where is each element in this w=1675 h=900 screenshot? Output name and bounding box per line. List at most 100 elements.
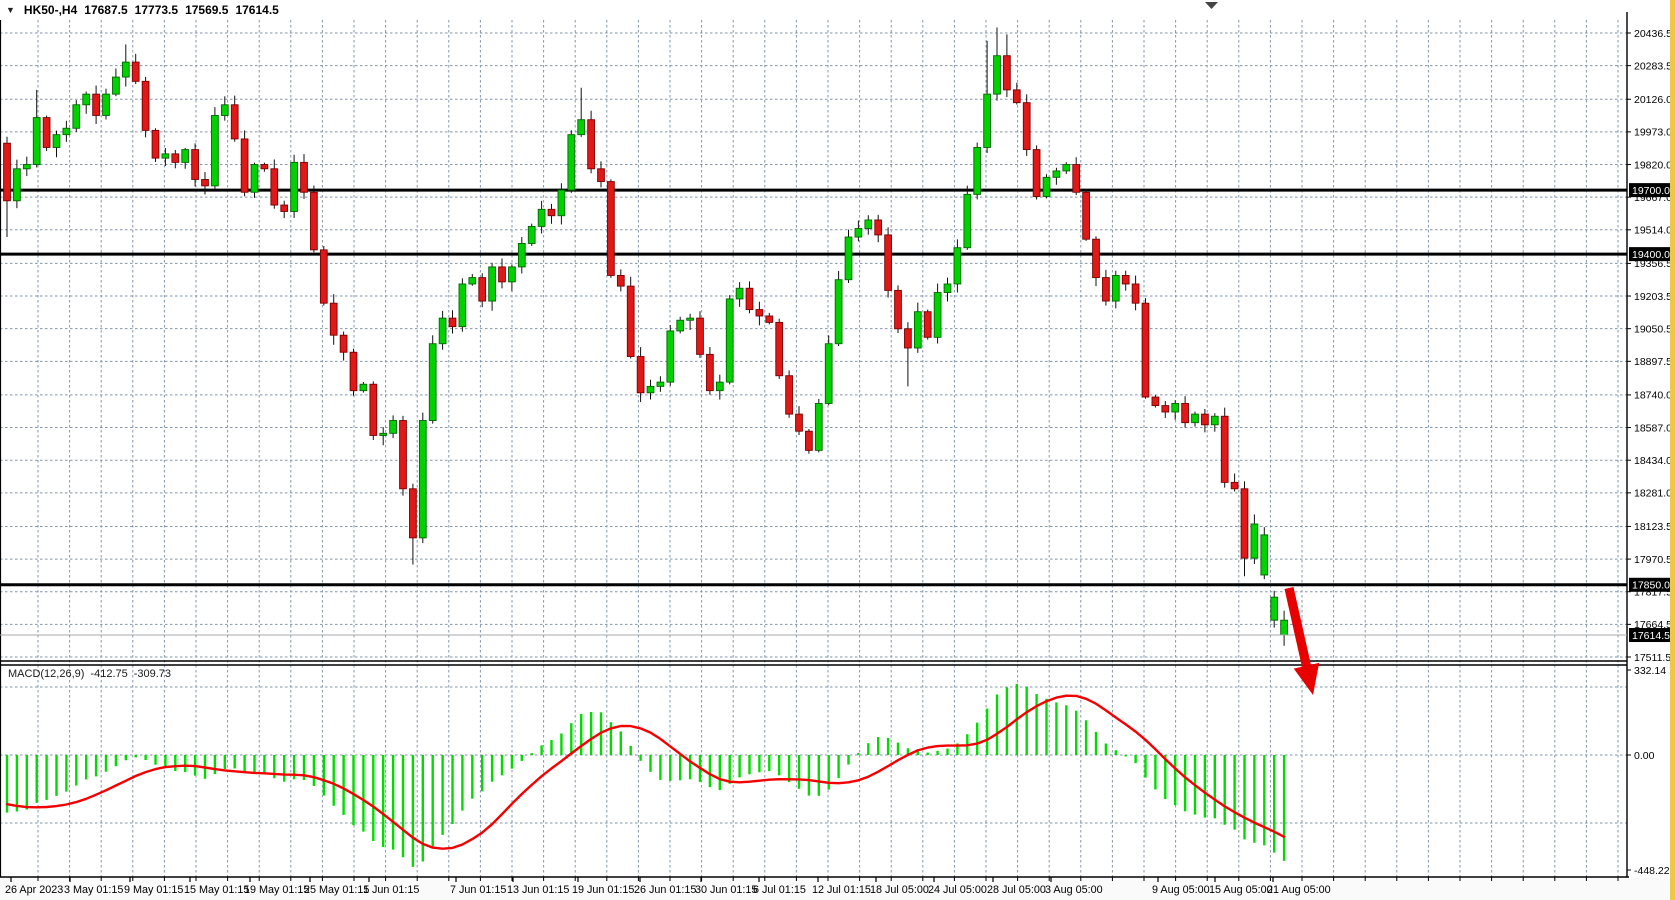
price-tick-label: 18740.0 [1634, 390, 1672, 402]
date-label: 30 Jun 01:15 [695, 884, 757, 896]
candle [419, 421, 426, 538]
price-tick-label: 19820.0 [1634, 159, 1672, 171]
candle [994, 56, 1001, 94]
macd-name: MACD(12,26,9) [8, 668, 84, 680]
candle [400, 421, 407, 489]
candle [944, 284, 951, 293]
candle [1043, 177, 1050, 196]
panel-separator[interactable] [0, 661, 1627, 665]
candle [261, 165, 268, 169]
symbol-timeframe-label: HK50-,H4 [24, 3, 77, 17]
candle [875, 220, 882, 235]
ohlc-close: 17614.5 [235, 3, 278, 17]
candle [855, 229, 862, 238]
ohlc-low: 17569.5 [185, 3, 228, 17]
date-label: 21 Aug 05:00 [1267, 884, 1331, 896]
candle [1172, 403, 1179, 412]
candle [766, 316, 773, 322]
candle [23, 165, 30, 169]
candle [677, 320, 684, 331]
candle [825, 344, 832, 404]
candle [608, 182, 615, 276]
candle [499, 267, 506, 282]
candle [360, 384, 367, 390]
candle [914, 312, 921, 348]
candle [212, 115, 219, 185]
candle [142, 81, 149, 130]
macd-indicator-label: MACD(12,26,9) -412.75 -309.73 [8, 668, 171, 680]
chevron-down-icon[interactable]: ▼ [6, 5, 15, 15]
candle [1063, 165, 1070, 171]
ohlc-high: 17773.5 [135, 3, 178, 17]
candle [509, 267, 516, 282]
macd-signal-value: -309.73 [134, 668, 171, 680]
candle [707, 354, 714, 390]
candle [1202, 414, 1209, 425]
price-tick-label: 18587.0 [1634, 422, 1672, 434]
price-tick-label: 19514.0 [1634, 225, 1672, 237]
candle [271, 169, 278, 205]
price-tick-label: 19973.0 [1634, 127, 1672, 139]
price-tag-label: 19700.0 [1632, 185, 1670, 197]
date-label: 28 Jul 05:00 [987, 884, 1046, 896]
candle [558, 190, 565, 216]
candle [637, 357, 644, 393]
date-label: 15 Aug 05:00 [1209, 884, 1273, 896]
down-arrow-object[interactable] [1285, 587, 1320, 695]
date-label: 6 Jul 01:15 [753, 884, 806, 896]
price-chart-canvas[interactable]: 20436.520283.520126.019973.019820.019667… [0, 0, 1675, 900]
candle [954, 248, 961, 284]
candle [756, 310, 763, 316]
candle [1083, 192, 1090, 239]
candle [103, 94, 110, 115]
candle [14, 169, 21, 201]
candle [1053, 171, 1060, 177]
candle [33, 118, 40, 165]
candle [340, 335, 347, 352]
candle [439, 318, 446, 344]
date-label: 15 May 01:15 [184, 884, 249, 896]
candle [835, 280, 842, 344]
candle [815, 403, 822, 450]
candle [350, 352, 357, 390]
candle [1004, 56, 1011, 90]
candle [281, 205, 288, 211]
candle [568, 135, 575, 190]
candle [786, 376, 793, 414]
candle [806, 431, 813, 450]
candle [647, 386, 654, 392]
price-tick-label: 19203.5 [1634, 291, 1672, 303]
candle [1013, 90, 1020, 103]
candle [736, 288, 743, 299]
candle [1142, 303, 1149, 397]
candle [53, 135, 60, 148]
price-tick-label: 17970.5 [1634, 554, 1672, 566]
candle [429, 344, 436, 421]
candle [1231, 482, 1238, 488]
candle [1152, 397, 1159, 406]
candle [1261, 535, 1268, 575]
candle [113, 77, 120, 94]
chart-header[interactable]: ▼ HK50-,H4 17687.5 17773.5 17569.5 17614… [6, 3, 279, 17]
candle [528, 226, 535, 243]
price-tick-label: 18123.5 [1634, 521, 1672, 533]
ohlc-open: 17687.5 [84, 3, 127, 17]
macd-axis-label: 332.14 [1634, 665, 1666, 677]
candle [162, 154, 169, 158]
candle [964, 194, 971, 247]
candle [548, 209, 555, 215]
macd-signal-line [7, 696, 1284, 849]
candle [924, 312, 931, 338]
candle [1073, 165, 1080, 193]
candle [479, 278, 486, 301]
candle [122, 62, 129, 77]
candle [934, 293, 941, 338]
candle [241, 139, 248, 192]
price-tick-label: 20436.5 [1634, 28, 1672, 40]
candle [697, 318, 704, 354]
candle [311, 192, 318, 250]
date-label: 3 May 01:15 [64, 884, 123, 896]
candle [182, 150, 189, 163]
price-tick-label: 20283.5 [1634, 60, 1672, 72]
candle [1122, 275, 1129, 284]
